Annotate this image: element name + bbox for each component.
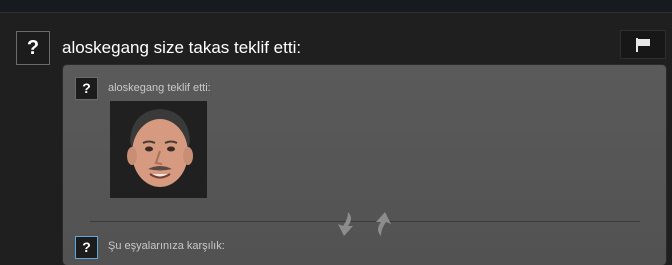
return-items-label: Şu eşyalarınıza karşılık: [108, 240, 225, 252]
report-flag-button[interactable] [620, 30, 666, 59]
arrow-down-icon [338, 212, 353, 236]
arrow-up-icon [376, 212, 391, 236]
trade-divider [90, 221, 640, 222]
sender-avatar[interactable]: ? [16, 31, 50, 65]
flag-icon [636, 38, 650, 52]
offer-user-avatar[interactable]: ? [75, 77, 98, 100]
top-band [0, 0, 672, 13]
trade-offer-title: aloskegang size takas teklif etti: [62, 38, 302, 57]
return-user-avatar[interactable]: ? [75, 236, 98, 259]
person-portrait-image [110, 101, 207, 198]
offer-label: aloskegang teklif etti: [108, 82, 211, 94]
offered-item-tile[interactable] [110, 101, 207, 198]
